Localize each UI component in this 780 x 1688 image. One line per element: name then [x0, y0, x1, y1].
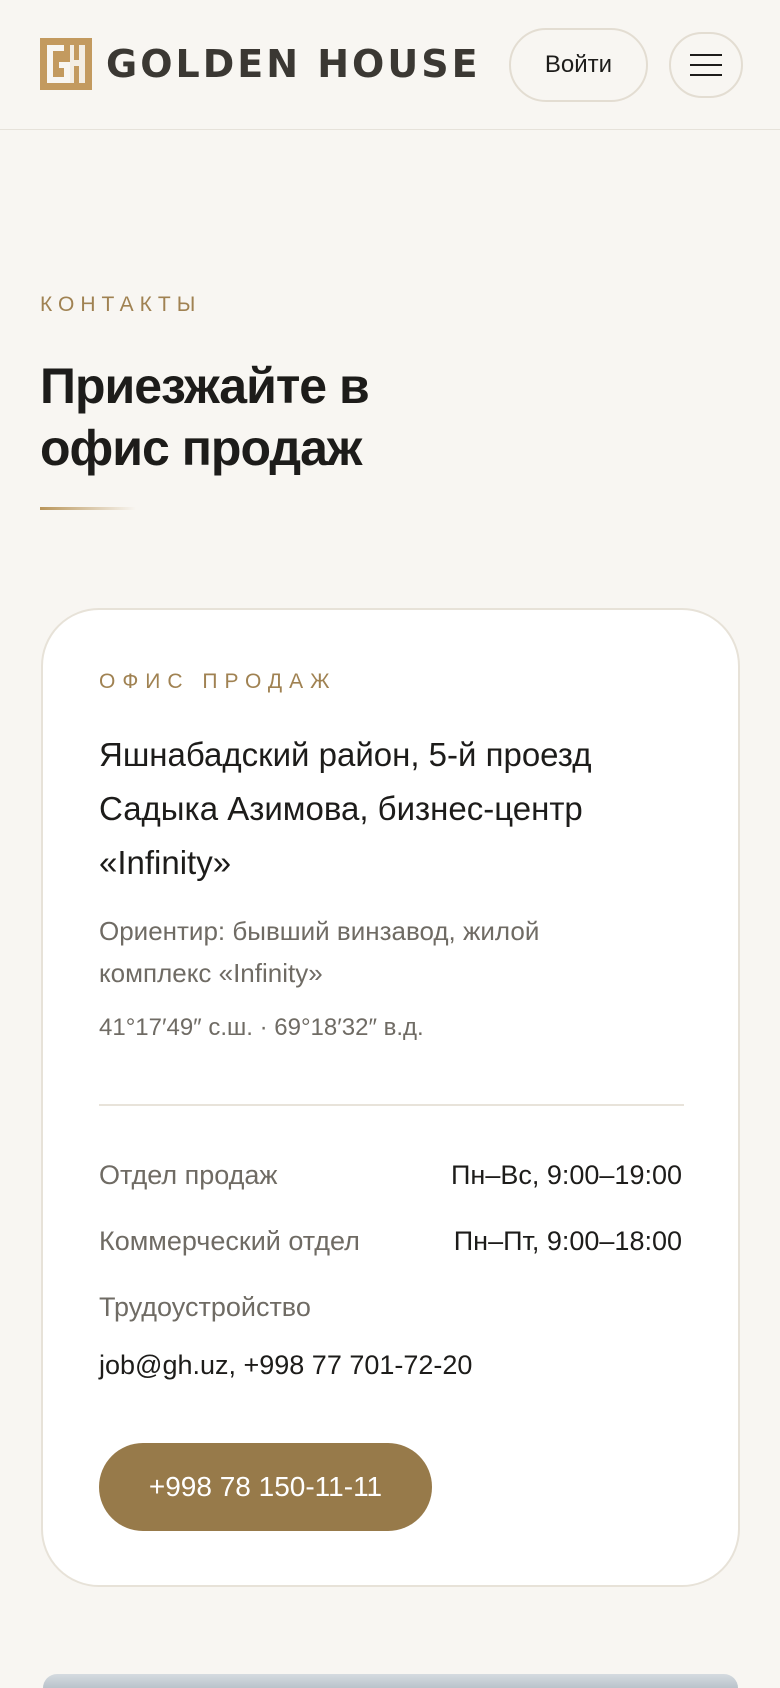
schedule-label-sales: Отдел продаж — [99, 1160, 278, 1190]
page-title: Приезжайте в офис продаж — [40, 358, 370, 476]
brand-name: GOLDEN HOUSE — [106, 42, 481, 86]
schedule-label-commercial: Коммерческий отдел — [99, 1226, 360, 1256]
office-address: Яшнабадский район, 5-й проезд Садыка Ази… — [99, 736, 592, 881]
call-phone-button[interactable]: +998 78 150-11-11 — [99, 1443, 432, 1531]
menu-button[interactable] — [669, 32, 743, 98]
hamburger-icon — [690, 54, 722, 56]
site-header: GOLDEN HOUSE Войти — [0, 0, 780, 130]
hamburger-icon — [690, 64, 722, 66]
card-eyebrow: ОФИС ПРОДАЖ — [99, 670, 337, 693]
jobs-label: Трудоустройство — [99, 1292, 311, 1322]
office-coordinates: 41°17′49″ с.ш. · 69°18′32″ в.д. — [99, 1014, 424, 1041]
card-divider — [99, 1104, 684, 1106]
schedule-value-commercial: Пн–Пт, 9:00–18:00 — [453, 1226, 682, 1256]
brand-logo[interactable]: GOLDEN HOUSE — [40, 38, 481, 90]
title-underline — [40, 507, 136, 510]
office-photo — [43, 1674, 738, 1688]
office-landmark: Ориентир: бывший винзавод, жилой комплек… — [99, 916, 540, 988]
golden-house-logo-icon — [40, 38, 92, 90]
schedule-value-sales: Пн–Вс, 9:00–19:00 — [451, 1160, 682, 1190]
office-card: ОФИС ПРОДАЖ Яшнабадский район, 5-й проез… — [41, 608, 740, 1587]
section-eyebrow: КОНТАКТЫ — [40, 293, 202, 316]
jobs-contact-link[interactable]: job@gh.uz, +998 77 701-72-20 — [99, 1350, 472, 1381]
hamburger-icon — [690, 74, 722, 76]
login-button[interactable]: Войти — [509, 28, 648, 102]
